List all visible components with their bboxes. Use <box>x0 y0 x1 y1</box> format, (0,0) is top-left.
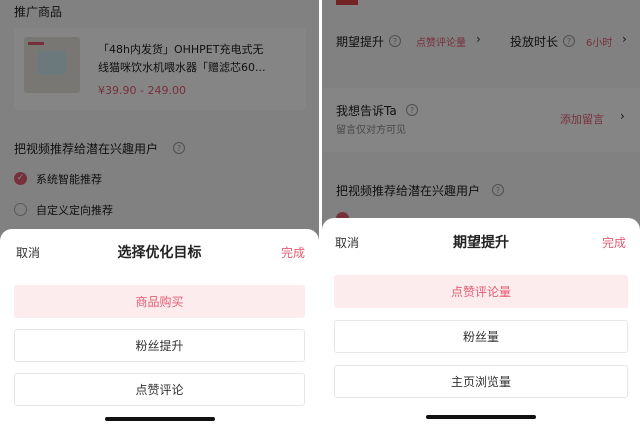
home-indicator <box>105 417 215 421</box>
goal-option-likes-comments[interactable]: 点赞评论 <box>14 373 305 406</box>
goal-option-fans-growth[interactable]: 粉丝提升 <box>14 329 305 362</box>
sheet-header: 取消 选择优化目标 完成 <box>0 229 319 271</box>
boost-option-fans[interactable]: 粉丝量 <box>334 320 628 353</box>
done-button[interactable]: 完成 <box>281 244 305 261</box>
expect-boost-sheet: 取消 期望提升 完成 点赞评论量 粉丝量 主页浏览量 <box>322 218 640 427</box>
home-indicator <box>426 415 536 419</box>
boost-option-likes-comments[interactable]: 点赞评论量 <box>334 275 628 308</box>
done-button[interactable]: 完成 <box>602 234 626 251</box>
optimize-goal-sheet: 取消 选择优化目标 完成 商品购买 粉丝提升 点赞评论 <box>0 229 319 427</box>
sheet-header: 取消 期望提升 完成 <box>322 218 640 260</box>
sheet-title: 选择优化目标 <box>117 245 202 261</box>
boost-option-homepage-views[interactable]: 主页浏览量 <box>334 365 628 398</box>
left-screen: 推广商品 「48h内发货」OHHPET充电式无 线猫咪饮水机喂水器「赠滤芯60.… <box>0 0 319 427</box>
right-screen: 期望提升 ? 点赞评论量 › 投放时长 ? 6小时 › 我想告诉Ta ? 留言仅… <box>322 0 640 427</box>
sheet-title: 期望提升 <box>453 235 509 251</box>
goal-option-product-purchase[interactable]: 商品购买 <box>14 285 305 318</box>
